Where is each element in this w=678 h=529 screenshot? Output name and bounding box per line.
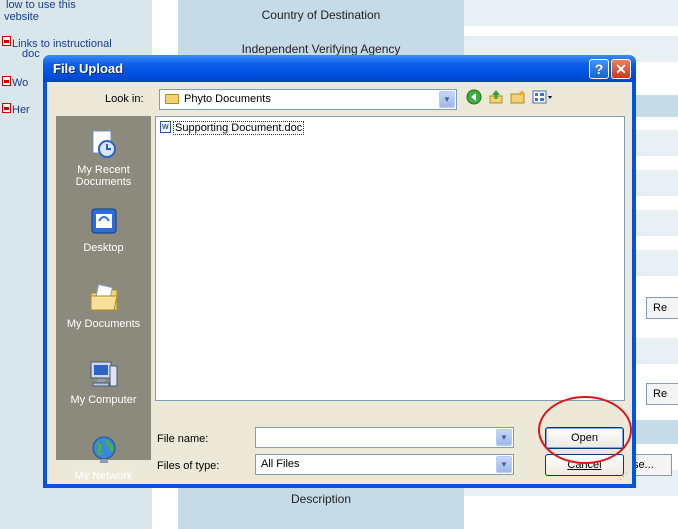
new-folder-icon[interactable] xyxy=(509,89,527,107)
pdf-icon xyxy=(2,103,11,113)
my-computer-icon xyxy=(88,358,120,390)
place-label: My Computer xyxy=(70,394,137,406)
place-my-recent-documents[interactable]: My Recent Documents xyxy=(56,128,151,188)
place-label: Desktop xyxy=(83,242,124,254)
dialog-titlebar[interactable]: File Upload ? ✕ xyxy=(43,55,636,82)
file-type-label: Files of type: xyxy=(157,460,220,472)
view-menu-icon[interactable] xyxy=(531,89,555,107)
label-description: Description xyxy=(290,492,352,506)
places-bar: My Recent Documents Desktop My Documents… xyxy=(56,116,151,482)
word-document-icon xyxy=(160,121,171,135)
sidebar-text-website[interactable]: vebsite xyxy=(4,12,39,23)
resize-grip-icon[interactable]: ⋰ xyxy=(619,471,629,481)
up-folder-icon[interactable] xyxy=(487,89,505,107)
pdf-icon xyxy=(2,76,11,86)
file-list-item[interactable]: Supporting Document.doc xyxy=(160,121,305,135)
help-button[interactable]: ? xyxy=(589,59,609,79)
my-network-icon xyxy=(88,434,120,466)
remove-button[interactable]: Re xyxy=(646,297,678,319)
look-in-dropdown[interactable]: Phyto Documents ▼ xyxy=(159,89,457,110)
sidebar-link-doc[interactable]: doc xyxy=(22,49,40,60)
place-my-network[interactable]: My Network xyxy=(56,434,151,482)
close-button[interactable]: ✕ xyxy=(611,59,631,79)
sidebar-link-her[interactable]: Her xyxy=(12,105,30,116)
back-icon[interactable] xyxy=(465,89,483,107)
sidebar-link-wo[interactable]: Wo xyxy=(12,78,28,89)
pdf-icon xyxy=(2,36,11,46)
label-independent-verifying-agency: Independent Verifying Agency xyxy=(241,42,401,56)
place-label: My Documents xyxy=(66,318,141,330)
form-row xyxy=(464,0,678,26)
look-in-label: Look in: xyxy=(105,93,144,105)
remove-button[interactable]: Re xyxy=(646,383,678,405)
chevron-down-icon[interactable]: ▼ xyxy=(496,456,512,473)
recent-documents-icon xyxy=(88,128,120,160)
file-type-value: All Files xyxy=(261,458,300,470)
chevron-down-icon[interactable]: ▼ xyxy=(496,429,512,446)
file-name: Supporting Document.doc xyxy=(173,121,305,135)
chevron-down-icon[interactable]: ▼ xyxy=(439,91,455,108)
my-documents-icon xyxy=(88,282,120,314)
file-name-field[interactable]: ▼ xyxy=(255,427,514,448)
label-country-of-destination: Country of Destination xyxy=(261,8,381,22)
folder-icon xyxy=(165,94,179,104)
sidebar-text-how[interactable]: low to use this xyxy=(6,0,76,11)
place-label: My Network xyxy=(74,470,133,482)
dialog-title: File Upload xyxy=(53,61,124,76)
place-label: My Recent Documents xyxy=(75,164,132,188)
place-desktop[interactable]: Desktop xyxy=(56,206,151,254)
highlight-annotation xyxy=(538,396,632,464)
desktop-icon xyxy=(88,206,120,238)
file-type-dropdown[interactable]: All Files ▼ xyxy=(255,454,514,475)
look-in-value: Phyto Documents xyxy=(184,93,271,105)
file-list[interactable]: Supporting Document.doc xyxy=(155,116,625,401)
place-my-documents[interactable]: My Documents xyxy=(56,282,151,330)
file-name-label: File name: xyxy=(157,433,209,445)
place-my-computer[interactable]: My Computer xyxy=(56,358,151,406)
